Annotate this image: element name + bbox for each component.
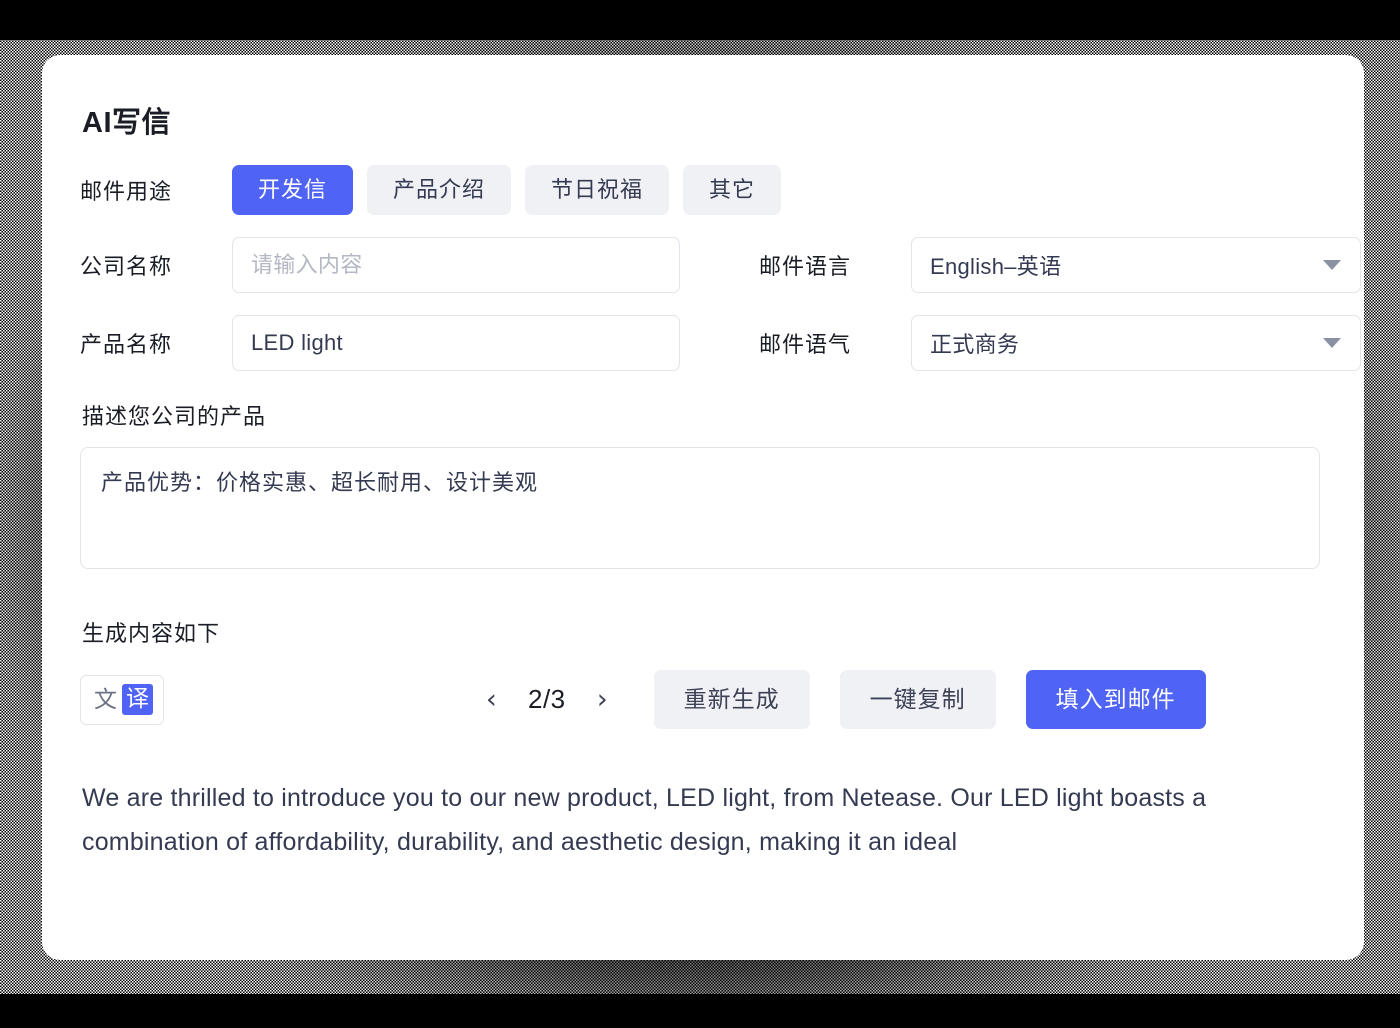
language-field-group: 邮件语言 English–英语 (759, 236, 1361, 293)
product-field-group: 产品名称 (80, 314, 727, 371)
fill-into-email-button[interactable]: 填入到邮件 (1025, 670, 1206, 730)
product-name-input[interactable] (232, 314, 680, 371)
chevron-right-icon[interactable]: › (597, 686, 608, 713)
pager-count: 2/3 (527, 684, 566, 715)
tone-field-group: 邮件语气 正式商务 (759, 314, 1361, 371)
ai-writer-card: AI写信 邮件用途 开发信 产品介绍 节日祝福 其它 公司名称 邮件语言 Eng… (42, 55, 1364, 960)
backdrop-top-band (0, 0, 1400, 40)
translate-target-char: 译 (122, 684, 153, 716)
email-language-label: 邮件语言 (759, 253, 852, 279)
description-label: 描述您公司的产品 (82, 403, 267, 429)
result-toolbar: 文 译 ‹ 2/3 › 重新生成 一键复制 填入到邮件 (80, 670, 1326, 730)
company-field-group: 公司名称 (80, 236, 727, 293)
generated-output-text: We are thrilled to introduce you to our … (82, 783, 1207, 857)
tab-holiday-greeting[interactable]: 节日祝福 (525, 165, 670, 215)
page-title: AI写信 (82, 107, 172, 139)
purpose-tabs: 开发信 产品介绍 节日祝福 其它 (232, 165, 782, 215)
email-tone-label: 邮件语气 (759, 331, 852, 357)
chevron-down-icon (1323, 259, 1341, 270)
translate-source-char: 文 (94, 686, 117, 713)
purpose-row: 邮件用途 开发信 产品介绍 节日祝福 其它 (80, 165, 1326, 215)
company-name-label: 公司名称 (80, 253, 173, 279)
backdrop-bottom-band (0, 1002, 1400, 1028)
result-pager: ‹ 2/3 › (486, 684, 608, 715)
result-actions: 重新生成 一键复制 填入到邮件 (653, 670, 1206, 730)
tab-development-letter[interactable]: 开发信 (232, 165, 354, 215)
email-language-select[interactable]: English–英语 (911, 236, 1361, 293)
email-tone-value[interactable]: 正式商务 (911, 314, 1361, 371)
chevron-left-icon[interactable]: ‹ (486, 686, 497, 713)
translate-icon[interactable]: 文 译 (80, 674, 164, 725)
result-section-label: 生成内容如下 (82, 620, 221, 646)
tab-other[interactable]: 其它 (683, 165, 782, 215)
product-tone-row: 产品名称 邮件语气 正式商务 (80, 314, 1361, 371)
regenerate-button[interactable]: 重新生成 (653, 670, 810, 730)
tab-product-intro[interactable]: 产品介绍 (367, 165, 512, 215)
product-name-label: 产品名称 (80, 331, 173, 357)
company-language-row: 公司名称 邮件语言 English–英语 (80, 236, 1361, 293)
purpose-label: 邮件用途 (80, 178, 173, 204)
email-language-value[interactable]: English–英语 (911, 236, 1361, 293)
email-tone-select[interactable]: 正式商务 (911, 314, 1361, 371)
company-name-input[interactable] (232, 236, 680, 293)
product-description-textarea[interactable] (80, 446, 1320, 569)
copy-button[interactable]: 一键复制 (839, 670, 996, 730)
chevron-down-icon (1323, 337, 1341, 348)
